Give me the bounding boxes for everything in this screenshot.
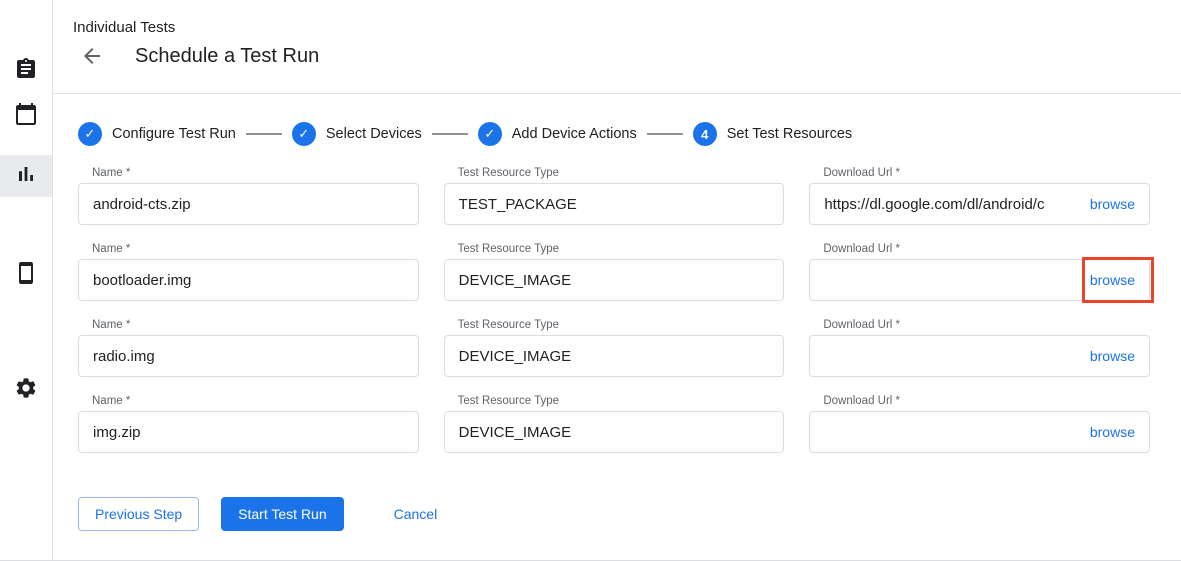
- step-complete-icon: ✓: [292, 122, 316, 146]
- field-label: Download Url *: [823, 166, 1150, 180]
- app-window: Individual Tests Schedule a Test Run ✓ C…: [0, 0, 1181, 561]
- input-value: DEVICE_IMAGE: [459, 424, 770, 441]
- resource-name-field: Name * android-cts.zip: [78, 166, 419, 225]
- gear-icon: [14, 376, 38, 405]
- sidebar-item-devices[interactable]: [0, 254, 52, 296]
- resource-type-select[interactable]: TEST_PACKAGE: [444, 183, 785, 225]
- name-input[interactable]: radio.img: [78, 335, 419, 377]
- download-url-field: Download Url * browse: [809, 242, 1150, 301]
- resource-type-select[interactable]: DEVICE_IMAGE: [444, 335, 785, 377]
- resource-type-field: Test Resource Type DEVICE_IMAGE: [444, 318, 785, 377]
- calendar-icon: [14, 102, 38, 131]
- browse-button[interactable]: browse: [1090, 424, 1135, 440]
- field-label: Test Resource Type: [458, 394, 785, 408]
- name-input[interactable]: img.zip: [78, 411, 419, 453]
- download-url-field: Download Url * browse: [809, 394, 1150, 453]
- field-label: Download Url *: [823, 318, 1150, 332]
- browse-button[interactable]: browse: [1090, 196, 1135, 212]
- phone-icon: [14, 261, 38, 290]
- page-title: Schedule a Test Run: [135, 45, 319, 68]
- field-label: Download Url *: [823, 242, 1150, 256]
- test-resources-form: Name * android-cts.zip Test Resource Typ…: [78, 166, 1150, 453]
- download-url-input[interactable]: https://dl.google.com/dl/android/c brows…: [809, 183, 1150, 225]
- resource-name-field: Name * bootloader.img: [78, 242, 419, 301]
- field-label: Test Resource Type: [458, 166, 785, 180]
- name-input[interactable]: android-cts.zip: [78, 183, 419, 225]
- field-label: Name *: [92, 318, 419, 332]
- bar-chart-icon: [14, 162, 38, 191]
- download-url-field: Download Url * https://dl.google.com/dl/…: [809, 166, 1150, 225]
- back-button[interactable]: [79, 45, 105, 71]
- step-complete-icon: ✓: [78, 122, 102, 146]
- form-actions: Previous Step Start Test Run Cancel: [78, 497, 453, 531]
- main-content: Individual Tests Schedule a Test Run ✓ C…: [53, 0, 1181, 560]
- input-value: DEVICE_IMAGE: [459, 272, 770, 289]
- step-configure-test-run[interactable]: ✓ Configure Test Run: [78, 122, 236, 146]
- input-value: bootloader.img: [93, 272, 404, 289]
- header-divider: [53, 93, 1181, 94]
- sidebar-item-results[interactable]: [0, 155, 52, 197]
- sidebar-item-plans[interactable]: [0, 95, 52, 137]
- step-add-device-actions[interactable]: ✓ Add Device Actions: [478, 122, 637, 146]
- sidebar-item-tests[interactable]: [0, 50, 52, 92]
- download-url-field: Download Url * browse: [809, 318, 1150, 377]
- input-value: https://dl.google.com/dl/android/c: [824, 196, 1080, 213]
- name-input[interactable]: bootloader.img: [78, 259, 419, 301]
- browse-button[interactable]: browse: [1090, 272, 1135, 288]
- field-label: Name *: [92, 394, 419, 408]
- step-label: Configure Test Run: [112, 126, 236, 142]
- step-connector: [432, 133, 468, 135]
- input-value: radio.img: [93, 348, 404, 365]
- assignment-icon: [14, 57, 38, 86]
- breadcrumb: Individual Tests: [73, 19, 175, 36]
- step-connector: [647, 133, 683, 135]
- step-connector: [246, 133, 282, 135]
- step-complete-icon: ✓: [478, 122, 502, 146]
- step-number-icon: 4: [693, 122, 717, 146]
- previous-step-button[interactable]: Previous Step: [78, 497, 199, 531]
- sidebar: [0, 0, 53, 560]
- input-value: img.zip: [93, 424, 404, 441]
- resource-name-field: Name * radio.img: [78, 318, 419, 377]
- step-label: Set Test Resources: [727, 126, 852, 142]
- input-value: TEST_PACKAGE: [459, 196, 770, 213]
- field-label: Test Resource Type: [458, 318, 785, 332]
- step-set-test-resources[interactable]: 4 Set Test Resources: [693, 122, 852, 146]
- input-value: android-cts.zip: [93, 196, 404, 213]
- step-label: Select Devices: [326, 126, 422, 142]
- sidebar-item-settings[interactable]: [0, 369, 52, 411]
- cancel-button[interactable]: Cancel: [378, 498, 454, 530]
- resource-type-select[interactable]: DEVICE_IMAGE: [444, 259, 785, 301]
- stepper: ✓ Configure Test Run ✓ Select Devices ✓ …: [78, 122, 852, 146]
- step-label: Add Device Actions: [512, 126, 637, 142]
- browse-button[interactable]: browse: [1090, 348, 1135, 364]
- download-url-input[interactable]: browse: [809, 411, 1150, 453]
- arrow-back-icon: [80, 44, 104, 73]
- resource-name-field: Name * img.zip: [78, 394, 419, 453]
- download-url-input[interactable]: browse: [809, 259, 1150, 301]
- field-label: Name *: [92, 242, 419, 256]
- field-label: Name *: [92, 166, 419, 180]
- input-value: DEVICE_IMAGE: [459, 348, 770, 365]
- resource-type-field: Test Resource Type DEVICE_IMAGE: [444, 394, 785, 453]
- start-test-run-button[interactable]: Start Test Run: [221, 497, 343, 531]
- step-select-devices[interactable]: ✓ Select Devices: [292, 122, 422, 146]
- resource-type-field: Test Resource Type TEST_PACKAGE: [444, 166, 785, 225]
- resource-type-select[interactable]: DEVICE_IMAGE: [444, 411, 785, 453]
- field-label: Test Resource Type: [458, 242, 785, 256]
- field-label: Download Url *: [823, 394, 1150, 408]
- resource-type-field: Test Resource Type DEVICE_IMAGE: [444, 242, 785, 301]
- download-url-input[interactable]: browse: [809, 335, 1150, 377]
